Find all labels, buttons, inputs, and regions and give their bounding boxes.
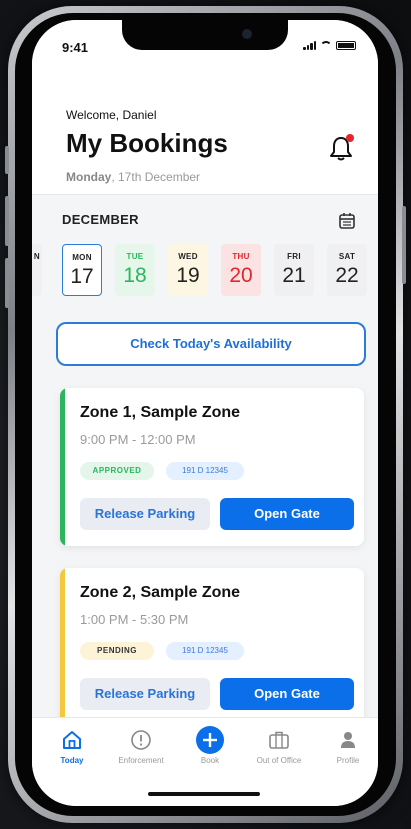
volume-down-button (5, 258, 9, 308)
day-number: 22 (335, 264, 359, 287)
status-accent-bar (60, 568, 65, 738)
day-name: FRI (287, 252, 301, 261)
wifi-icon (320, 41, 332, 50)
camera-icon (242, 29, 252, 39)
welcome-text: Welcome, Daniel (66, 108, 157, 122)
day-name: N (33, 252, 40, 261)
day-thu[interactable]: THU 20 (221, 244, 261, 296)
booking-time: 1:00 PM - 5:30 PM (80, 612, 189, 627)
tab-book[interactable]: Book (180, 726, 240, 765)
tab-label: Book (200, 756, 220, 765)
battery-icon (336, 41, 356, 50)
tab-label: Enforcement (118, 756, 164, 765)
tab-enforcement[interactable]: Enforcement (111, 726, 171, 765)
day-name: WED (178, 252, 198, 261)
mute-switch (5, 146, 9, 174)
booking-zone: Zone 1, Sample Zone (80, 404, 241, 421)
app-screen: 9:41 Welcome, Daniel My Bookings Monday,… (32, 20, 378, 806)
day-name: THU (232, 252, 250, 261)
tab-today[interactable]: Today (42, 726, 102, 765)
power-button (402, 206, 406, 284)
day-number: 18 (123, 264, 147, 287)
calendar-month: DECEMBER (62, 212, 139, 227)
calendar-icon[interactable] (338, 212, 356, 230)
status-icons (303, 41, 356, 50)
day-name: TUE (126, 252, 144, 261)
signal-icon (303, 41, 316, 50)
day-number: 20 (229, 264, 253, 287)
home-icon (42, 726, 102, 754)
tab-profile[interactable]: Profile (318, 726, 378, 765)
day-number: 21 (282, 264, 306, 287)
day-name: MON (72, 253, 92, 262)
plus-circle-icon (180, 726, 240, 754)
volume-up-button (5, 196, 9, 246)
notch (122, 20, 288, 50)
notification-dot (346, 134, 354, 142)
release-parking-button[interactable]: Release Parking (80, 498, 210, 530)
booking-time: 9:00 PM - 12:00 PM (80, 432, 196, 447)
tab-label: Profile (336, 756, 360, 765)
day-selector: N MON 17 TUE 18 WED 19 THU 20 FRI 21 SAT… (32, 244, 378, 298)
day-mon[interactable]: MON 17 (62, 244, 102, 296)
page-title: My Bookings (66, 128, 228, 158)
day-number: 17 (70, 265, 94, 288)
day-name: SAT (338, 252, 356, 261)
plate-badge: 191 D 12345 (166, 462, 244, 480)
booking-card: Zone 1, Sample Zone 9:00 PM - 12:00 PM A… (60, 388, 364, 546)
booking-card: Zone 2, Sample Zone 1:00 PM - 5:30 PM PE… (60, 568, 364, 738)
day-number: 19 (176, 264, 200, 287)
date-weekday: Monday (66, 170, 112, 184)
release-parking-button[interactable]: Release Parking (80, 678, 210, 710)
tab-label: Out of Office (256, 756, 302, 765)
day-prev[interactable]: N (32, 244, 42, 296)
date-rest: , 17th December (111, 170, 201, 184)
status-time: 9:41 (62, 40, 89, 55)
header: Welcome, Daniel My Bookings Monday, 17th… (32, 64, 378, 195)
alert-circle-icon (111, 726, 171, 754)
tab-bar: Today Enforcement Book Out of Office Pro… (32, 717, 378, 806)
open-gate-button[interactable]: Open Gate (220, 678, 354, 710)
notification-bell-icon[interactable] (328, 134, 354, 162)
plate-badge: 191 D 12345 (166, 642, 244, 660)
status-badge: APPROVED (80, 462, 154, 480)
tab-out-of-office[interactable]: Out of Office (249, 726, 309, 765)
briefcase-icon (249, 726, 309, 754)
day-wed[interactable]: WED 19 (168, 244, 208, 296)
day-fri[interactable]: FRI 21 (274, 244, 314, 296)
booking-zone: Zone 2, Sample Zone (80, 584, 241, 601)
person-icon (318, 726, 378, 754)
status-badge: PENDING (80, 642, 154, 660)
status-accent-bar (60, 388, 65, 546)
tab-label: Today (60, 756, 84, 765)
day-tue[interactable]: TUE 18 (115, 244, 155, 296)
home-indicator (148, 792, 260, 796)
current-date: Monday, 17th December (66, 170, 200, 184)
open-gate-button[interactable]: Open Gate (220, 498, 354, 530)
day-sat[interactable]: SAT 22 (327, 244, 367, 296)
check-availability-button[interactable]: Check Today's Availability (56, 322, 366, 366)
